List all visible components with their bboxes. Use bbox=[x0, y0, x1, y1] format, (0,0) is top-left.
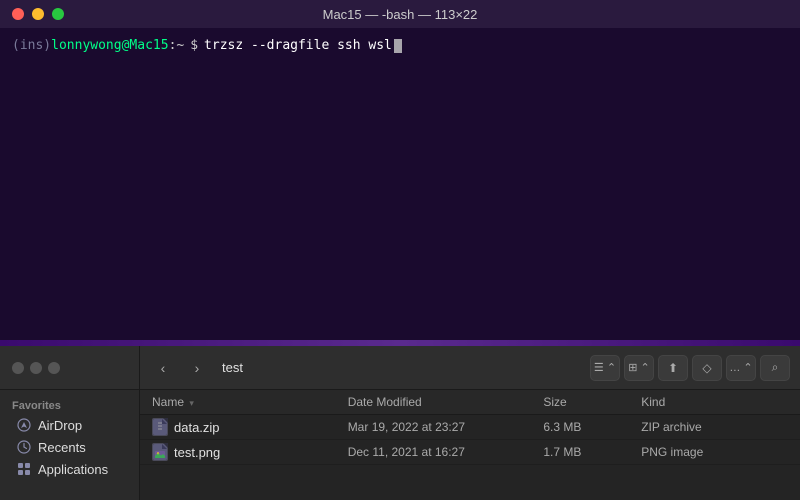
file-name-png: test.png bbox=[174, 445, 220, 460]
sidebar-dot-2 bbox=[30, 362, 42, 374]
file-name-cell: test.png bbox=[152, 443, 348, 461]
file-name-cell: data.zip bbox=[152, 418, 348, 436]
file-size-zip: 6.3 MB bbox=[543, 420, 641, 434]
terminal-command: trzsz --dragfile ssh wsl bbox=[204, 36, 392, 56]
terminal-window: Mac15 — -bash — 113×22 (ins) lonnywong @… bbox=[0, 0, 800, 340]
finder-toolbar: ‹ › test ☰ ⌃ ⊞ ⌃ ⬆ ◇ … ⌃ ⌕ bbox=[140, 346, 800, 390]
file-kind-png: PNG image bbox=[641, 445, 788, 459]
column-name[interactable]: Name ▾ bbox=[152, 392, 348, 412]
file-kind-zip: ZIP archive bbox=[641, 420, 788, 434]
clock-icon bbox=[16, 439, 32, 455]
sidebar-toolbar bbox=[0, 346, 139, 390]
current-path: test bbox=[222, 360, 243, 375]
search-button[interactable]: ⌕ bbox=[760, 355, 790, 381]
file-size-png: 1.7 MB bbox=[543, 445, 641, 459]
file-icon-zip bbox=[152, 418, 168, 436]
forward-button[interactable]: › bbox=[184, 355, 210, 381]
share-button[interactable]: ⬆ bbox=[658, 355, 688, 381]
prompt-host: Mac15 bbox=[129, 36, 168, 56]
recents-label: Recents bbox=[38, 440, 86, 455]
airdrop-label: AirDrop bbox=[38, 418, 82, 433]
sidebar-favorites-label: Favorites bbox=[0, 394, 139, 414]
file-date-zip: Mar 19, 2022 at 23:27 bbox=[348, 420, 544, 434]
sidebar-dot-1 bbox=[12, 362, 24, 374]
applications-icon bbox=[16, 461, 32, 477]
sidebar-dot-3 bbox=[48, 362, 60, 374]
file-list: Name ▾ Date Modified Size Kind bbox=[140, 390, 800, 500]
airdrop-icon bbox=[16, 417, 32, 433]
close-button[interactable] bbox=[12, 8, 24, 20]
tag-button[interactable]: ◇ bbox=[692, 355, 722, 381]
applications-label: Applications bbox=[38, 462, 108, 477]
prompt-at: @ bbox=[122, 36, 130, 56]
file-icon-png bbox=[152, 443, 168, 461]
action-button[interactable]: … ⌃ bbox=[726, 355, 756, 381]
sidebar-traffic-lights bbox=[0, 362, 139, 374]
prompt-user: lonnywong bbox=[51, 36, 121, 56]
file-name-zip: data.zip bbox=[174, 420, 220, 435]
back-button[interactable]: ‹ bbox=[150, 355, 176, 381]
list-view-button[interactable]: ☰ ⌃ bbox=[590, 355, 620, 381]
prompt-dollar: $ bbox=[190, 36, 198, 56]
sort-arrow: ▾ bbox=[189, 398, 194, 408]
file-date-png: Dec 11, 2021 at 16:27 bbox=[348, 445, 544, 459]
sidebar-item-airdrop[interactable]: AirDrop bbox=[4, 414, 135, 436]
prompt-ins: (ins) bbox=[12, 36, 51, 56]
grid-view-button[interactable]: ⊞ ⌃ bbox=[624, 355, 654, 381]
traffic-lights bbox=[12, 8, 64, 20]
prompt-path: ~ bbox=[176, 36, 184, 56]
minimize-button[interactable] bbox=[32, 8, 44, 20]
table-row[interactable]: test.png Dec 11, 2021 at 16:27 1.7 MB PN… bbox=[140, 440, 800, 465]
finder-main: ‹ › test ☰ ⌃ ⊞ ⌃ ⬆ ◇ … ⌃ ⌕ Name ▾ Date M… bbox=[140, 346, 800, 500]
column-size[interactable]: Size bbox=[543, 392, 641, 412]
file-list-header: Name ▾ Date Modified Size Kind bbox=[140, 390, 800, 415]
sidebar-item-applications[interactable]: Applications bbox=[4, 458, 135, 480]
finder-sidebar: Favorites AirDrop bbox=[0, 346, 140, 500]
sidebar-item-recents[interactable]: Recents bbox=[4, 436, 135, 458]
terminal-body[interactable]: (ins) lonnywong @ Mac15 : ~ $ trzsz --dr… bbox=[0, 28, 800, 340]
maximize-button[interactable] bbox=[52, 8, 64, 20]
column-kind[interactable]: Kind bbox=[641, 392, 788, 412]
terminal-cursor bbox=[394, 39, 402, 53]
table-row[interactable]: data.zip Mar 19, 2022 at 23:27 6.3 MB ZI… bbox=[140, 415, 800, 440]
prompt-separator: : bbox=[169, 36, 177, 56]
toolbar-view-controls: ☰ ⌃ ⊞ ⌃ ⬆ ◇ … ⌃ ⌕ bbox=[590, 355, 790, 381]
finder-window: Favorites AirDrop bbox=[0, 346, 800, 500]
terminal-titlebar: Mac15 — -bash — 113×22 bbox=[0, 0, 800, 28]
column-date[interactable]: Date Modified bbox=[348, 392, 544, 412]
terminal-title: Mac15 — -bash — 113×22 bbox=[323, 7, 478, 22]
prompt-line: (ins) lonnywong @ Mac15 : ~ $ trzsz --dr… bbox=[12, 36, 788, 56]
